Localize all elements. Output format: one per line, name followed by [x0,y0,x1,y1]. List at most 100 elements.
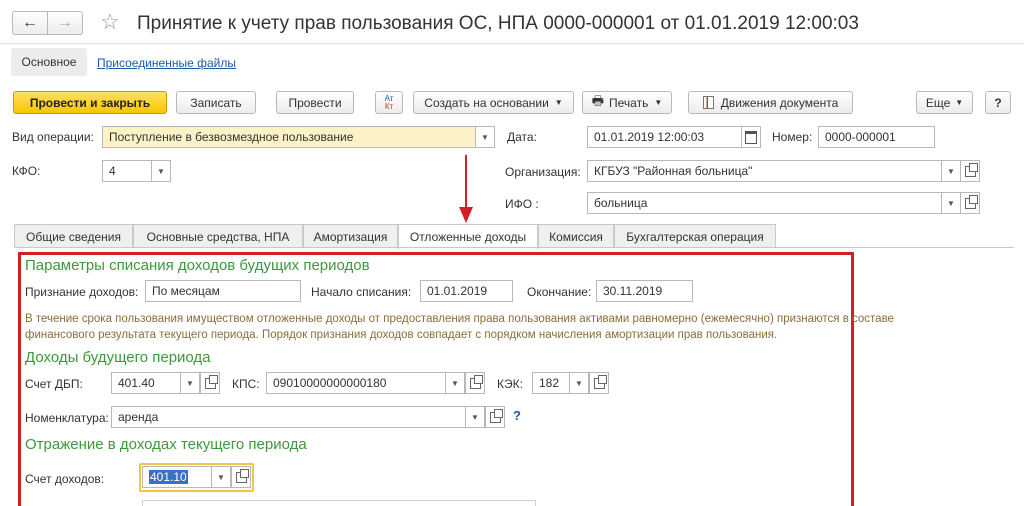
ifo-label: ИФО : [505,197,539,211]
info-text-line2: финансового результата текущего периода.… [25,329,778,341]
tab-commission[interactable]: Комиссия [538,224,614,248]
more-label: Еще [925,95,951,110]
ifo-dropdown[interactable]: ▼ [941,192,961,214]
post-button[interactable]: Провести [276,91,354,114]
ifo-open-button[interactable] [960,192,980,214]
income-account-input[interactable]: 401.10 [142,466,212,488]
number-label: Номер: [772,130,813,144]
document-movements-button[interactable]: Движения документа [688,91,853,114]
chevron-down-icon: ▼ [157,166,165,176]
back-button[interactable]: ← [12,11,48,35]
post-and-close-button[interactable]: Провести и закрыть [13,91,167,114]
kek-input[interactable]: 182 [532,372,570,394]
calendar-icon [745,130,757,144]
tab-accounting-operation[interactable]: Бухгалтерская операция [614,224,776,248]
save-button[interactable]: Записать [176,91,256,114]
tab-panel-border [14,247,1014,248]
title-bar: ← → ☆ Принятие к учету прав пользования … [0,0,1024,44]
chevron-down-icon: ▼ [451,378,459,388]
section-future-income-title: Доходы будущего периода [25,349,211,366]
income-account-open-button[interactable] [231,466,251,488]
open-icon [469,374,483,389]
page-title: Принятие к учету прав пользования ОС, НП… [137,13,859,34]
tab-attached-files[interactable]: Присоединенные файлы [97,56,236,70]
nomenclature-open-button[interactable] [485,406,505,428]
create-based-label: Создать на основании [424,95,549,110]
more-button[interactable]: Еще ▼ [916,91,973,114]
recognition-label: Признание доходов: [25,285,139,299]
chevron-down-icon: ▼ [481,132,489,142]
arrow-right-icon: → [57,14,73,31]
dbp-account-open-button[interactable] [200,372,220,394]
tab-amortization[interactable]: Амортизация [303,224,398,248]
nomenclature-dropdown[interactable]: ▼ [465,406,485,428]
favorite-star-icon[interactable]: ☆ [100,9,120,35]
open-icon [489,408,503,423]
organization-input[interactable]: КГБУЗ "Районная больница" [587,160,942,182]
chevron-down-icon: ▼ [186,378,194,388]
tab-main-label: Основное [21,55,77,69]
open-icon [204,374,218,389]
kps-input[interactable]: 09010000000000180 [266,372,446,394]
writeoff-end-label: Окончание: [527,285,592,299]
open-icon [593,374,607,389]
open-icon [964,162,978,177]
kps-label: КПС: [232,377,260,391]
income-account-label: Счет доходов: [25,472,105,486]
organization-open-button[interactable] [960,160,980,182]
income-account-dropdown[interactable]: ▼ [211,466,231,488]
open-icon [964,194,978,209]
chevron-down-icon: ▼ [575,378,583,388]
writeoff-start-input[interactable]: 01.01.2019 [420,280,513,302]
section-writeoff-params-title: Параметры списания доходов будущих перио… [25,257,370,274]
section-current-income-title: Отражение в доходах текущего периода [25,436,307,453]
chevron-down-icon: ▼ [955,98,964,107]
tab-fixed-assets[interactable]: Основные средства, НПА [133,224,303,248]
help-button[interactable]: ? [985,91,1011,114]
number-input[interactable]: 0000-000001 [818,126,935,148]
info-text-line1: В течение срока пользования имуществом о… [25,313,894,325]
date-label: Дата: [507,130,537,144]
kps-open-button[interactable] [465,372,485,394]
kek-dropdown[interactable]: ▼ [569,372,589,394]
printer-icon: 🖶 [591,92,605,108]
tab-main[interactable]: Основное [11,48,87,76]
chevron-down-icon: ▼ [217,472,225,482]
kfo-dropdown[interactable]: ▼ [151,160,171,182]
nomenclature-help-icon[interactable]: ? [513,409,521,423]
kek-label: КЭК: [497,377,523,391]
dt-kt-button[interactable]: Ат Кт [375,91,403,114]
chevron-down-icon: ▼ [471,412,479,422]
calendar-button[interactable] [741,126,761,148]
kfo-label: КФО: [12,164,41,178]
tab-deferred-income[interactable]: Отложенные доходы [398,224,538,249]
print-button[interactable]: 🖶 Печать ▼ [582,91,672,114]
operation-type-dropdown[interactable]: ▼ [475,126,495,148]
annotation-arrow [459,155,473,223]
dbp-account-label: Счет ДБП: [25,377,83,391]
chevron-down-icon: ▼ [947,166,955,176]
ifo-input[interactable]: больница [587,192,942,214]
date-input[interactable]: 01.01.2019 12:00:03 [587,126,742,148]
recognition-input[interactable]: По месяцам [145,280,301,302]
organization-label: Организация: [505,165,581,179]
print-label: Печать [609,95,649,110]
dbp-account-input[interactable]: 401.40 [111,372,181,394]
kps-dropdown[interactable]: ▼ [445,372,465,394]
kek-open-button[interactable] [589,372,609,394]
organization-dropdown[interactable]: ▼ [941,160,961,182]
forward-button[interactable]: → [47,11,83,35]
kfo-select[interactable]: 4 [102,160,152,182]
tab-general[interactable]: Общие сведения [14,224,133,248]
next-field-partial [142,500,536,506]
chevron-down-icon: ▼ [947,198,955,208]
income-account-value: 401.10 [149,470,188,484]
nomenclature-label: Номенклатура: [25,411,109,425]
nomenclature-input[interactable]: аренда [111,406,466,428]
writeoff-end-input[interactable]: 30.11.2019 [596,280,693,302]
chevron-down-icon: ▼ [554,98,563,107]
operation-type-select[interactable]: Поступление в безвозмездное пользование [102,126,476,148]
dbp-account-dropdown[interactable]: ▼ [180,372,200,394]
movements-label: Движения документа [720,95,839,110]
create-based-on-button[interactable]: Создать на основании ▼ [413,91,574,114]
